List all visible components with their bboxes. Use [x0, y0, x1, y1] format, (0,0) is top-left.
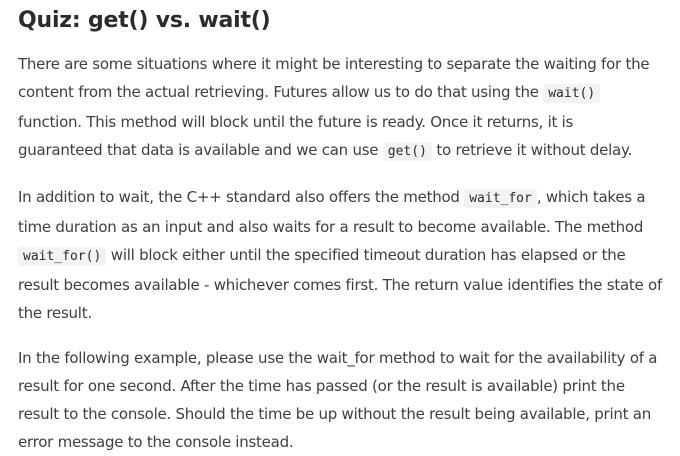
- inline-code-wait-for: wait_for: [464, 189, 537, 208]
- paragraph-text: to retrieve it without delay.: [431, 141, 632, 159]
- paragraph-intro: There are some situations where it might…: [18, 50, 662, 166]
- page-title: Quiz: get() vs. wait(): [18, 8, 271, 33]
- paragraph-exercise: In the following example, please use the…: [18, 344, 662, 456]
- lesson-content: Quiz: get() vs. wait() There are some si…: [0, 0, 680, 456]
- inline-code-get: get(): [382, 142, 432, 161]
- paragraph-text: In the following example, please use the…: [18, 349, 658, 451]
- inline-code-wait: wait(): [543, 84, 601, 103]
- paragraph-text: will block either until the specified ti…: [18, 246, 662, 322]
- inline-code-wait-for-call: wait_for(): [18, 247, 107, 266]
- paragraph-wait-for: In addition to wait, the C++ standard al…: [18, 183, 662, 327]
- paragraph-text: In addition to wait, the C++ standard al…: [18, 188, 465, 206]
